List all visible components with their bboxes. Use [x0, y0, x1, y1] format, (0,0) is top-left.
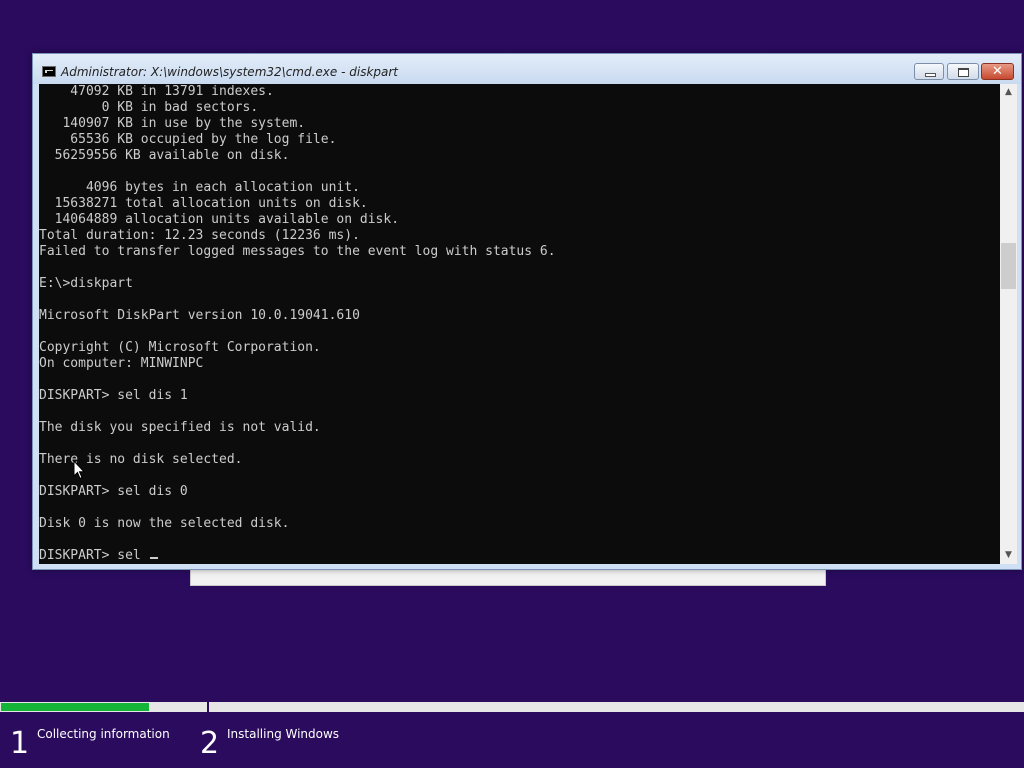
- command-prompt: DISKPART> sel: [39, 548, 149, 563]
- console-line: There is no disk selected.: [39, 452, 243, 467]
- mouse-pointer-icon: [73, 460, 85, 480]
- console-line: 65536 KB occupied by the log file.: [70, 132, 337, 147]
- step-1-label: Collecting information: [37, 727, 170, 741]
- step-2-number: 2: [200, 726, 220, 761]
- minimize-icon: [925, 73, 936, 77]
- console-line: Disk 0 is now the selected disk.: [39, 516, 290, 531]
- minimize-button[interactable]: [914, 63, 944, 80]
- console-text: 47092 KB in 13791 indexes. 0 KB in bad s…: [39, 84, 556, 564]
- window-title: Administrator: X:\windows\system32\cmd.e…: [61, 65, 399, 79]
- vertical-scrollbar[interactable]: ▲ ▼: [1000, 84, 1017, 564]
- console-line: Microsoft DiskPart version 10.0.19041.61…: [39, 308, 360, 323]
- scroll-thumb[interactable]: [1001, 243, 1016, 289]
- console-line: Failed to transfer logged messages to th…: [39, 244, 556, 259]
- title-bar[interactable]: Administrator: X:\windows\system32\cmd.e…: [33, 54, 1021, 84]
- console-line: On computer: MINWINPC: [39, 356, 204, 371]
- console-line: E:\>diskpart: [39, 276, 133, 291]
- console-line: DISKPART> sel dis 1: [39, 388, 188, 403]
- maximize-button[interactable]: [947, 63, 979, 80]
- scroll-down-arrow-icon[interactable]: ▼: [1000, 547, 1017, 564]
- console-history: 47092 KB in 13791 indexes. 0 KB in bad s…: [39, 84, 556, 531]
- scroll-up-arrow-icon[interactable]: ▲: [1000, 84, 1017, 101]
- close-icon: ✕: [992, 64, 1003, 79]
- console-line: Copyright (C) Microsoft Corporation.: [39, 340, 321, 355]
- setup-background: Administrator: X:\windows\system32\cmd.e…: [0, 0, 1024, 768]
- console-line: 0 KB in bad sectors.: [101, 100, 259, 115]
- setup-progress-fill: [1, 703, 149, 711]
- console-line: 14064889 allocation units available on d…: [54, 212, 400, 227]
- setup-progress-bar: [0, 702, 1024, 712]
- text-cursor: [149, 557, 158, 559]
- progress-step-divider: [207, 702, 209, 712]
- console-icon: [42, 66, 56, 77]
- console-line: 140907 KB in use by the system.: [62, 116, 306, 131]
- close-button[interactable]: ✕: [981, 63, 1014, 80]
- console-output[interactable]: 47092 KB in 13791 indexes. 0 KB in bad s…: [39, 84, 1000, 564]
- console-line: 47092 KB in 13791 indexes.: [70, 84, 274, 99]
- console-line: 56259556 KB available on disk.: [54, 148, 290, 163]
- step-2-label: Installing Windows: [227, 727, 340, 741]
- step-1-number: 1: [10, 726, 30, 761]
- maximize-icon: [958, 68, 969, 77]
- console-line: Total duration: 12.23 seconds (12236 ms)…: [39, 228, 360, 243]
- console-line: The disk you specified is not valid.: [39, 420, 321, 435]
- console-line: 15638271 total allocation units on disk.: [54, 196, 368, 211]
- console-line: 4096 bytes in each allocation unit.: [85, 180, 360, 195]
- console-line: DISKPART> sel dis 0: [39, 484, 188, 499]
- cmd-window[interactable]: Administrator: X:\windows\system32\cmd.e…: [32, 53, 1022, 570]
